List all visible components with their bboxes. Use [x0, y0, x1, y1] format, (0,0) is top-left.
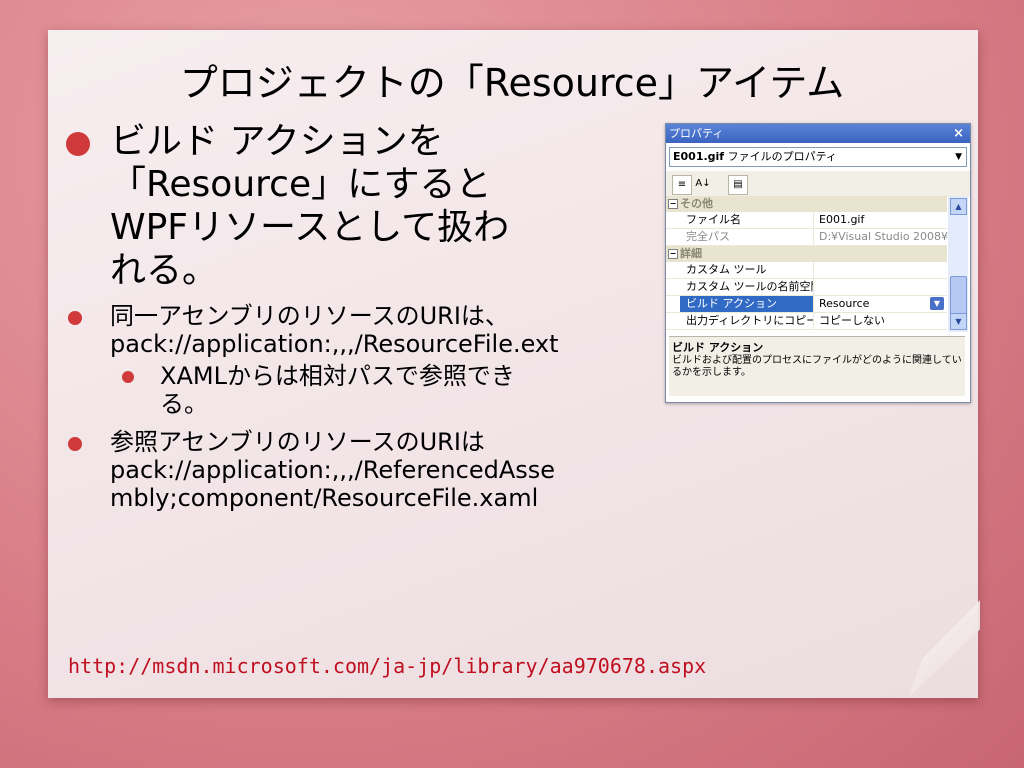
property-value[interactable]: コピーしない	[816, 313, 950, 329]
bullet-line: 同一アセンブリのリソースのURIは、	[110, 302, 509, 330]
bullet-line: pack://application:,,,/ReferencedAsse	[110, 456, 556, 484]
category-label: 詳細	[680, 247, 702, 260]
bullet-line: ビルド アクションを	[110, 121, 444, 162]
bullet-dot	[66, 132, 90, 156]
object-name: E001.gif	[673, 150, 725, 163]
vertical-scrollbar[interactable]: ▲ ▼	[948, 196, 968, 332]
object-selector[interactable]: E001.gif ファイルのプロパティ ▼	[669, 147, 967, 167]
properties-title: プロパティ	[669, 127, 724, 140]
slide-title: プロジェクトの「Resource」アイテム	[179, 61, 845, 105]
object-type: ファイルのプロパティ	[724, 150, 837, 163]
property-value[interactable]: D:¥Visual Studio 2008¥F	[816, 229, 950, 245]
bullet-line: 参照アセンブリのリソースのURIは	[110, 428, 485, 456]
property-row[interactable]: 出力ディレクトリにコピー コピーしない	[666, 313, 947, 330]
bullet-dot	[68, 311, 82, 325]
bullet-line: WPFリソースとして扱わ	[110, 207, 510, 248]
property-name: ファイル名	[680, 212, 814, 228]
bullet-line: れる。	[110, 250, 219, 291]
description-title: ビルド アクション	[672, 341, 764, 354]
scroll-down-icon[interactable]: ▼	[950, 313, 967, 330]
bullet-level2: 参照アセンブリのリソースのURIは pack://application:,,,…	[66, 428, 636, 512]
chevron-down-icon[interactable]: ▼	[955, 148, 962, 166]
close-icon[interactable]: ×	[953, 124, 964, 143]
properties-titlebar: プロパティ ×	[666, 124, 970, 143]
description-pane: ビルド アクション ビルドおよび配置のプロセスにファイルがどのように関連している…	[669, 336, 965, 396]
property-name: カスタム ツール	[680, 262, 814, 278]
bullet-dot	[122, 371, 134, 383]
category-row[interactable]: − 詳細	[666, 246, 947, 262]
bullet-line: 「Resource」にすると	[110, 164, 492, 205]
collapse-icon[interactable]: −	[668, 249, 678, 259]
category-label: その他	[680, 197, 713, 210]
properties-window: プロパティ × E001.gif ファイルのプロパティ ▼ ≡ A↓ ▤ − そ…	[665, 123, 971, 403]
properties-toolbar: ≡ A↓ ▤	[666, 171, 970, 197]
bullet-line: mbly;component/ResourceFile.xaml	[110, 484, 539, 512]
bullet-level2: 同一アセンブリのリソースのURIは、 pack://application:,,…	[66, 302, 636, 358]
alphabetical-icon[interactable]: A↓	[694, 175, 712, 193]
property-row[interactable]: カスタム ツールの名前空間	[666, 279, 947, 296]
dropdown-arrow-icon[interactable]: ▼	[930, 297, 944, 310]
scroll-up-icon[interactable]: ▲	[950, 198, 967, 215]
scroll-thumb[interactable]	[950, 276, 967, 316]
collapse-icon[interactable]: −	[668, 199, 678, 209]
category-row[interactable]: − その他	[666, 196, 947, 212]
property-row[interactable]: ファイル名 E001.gif	[666, 212, 947, 229]
bullet-line: pack://application:,,,/ResourceFile.ext	[110, 330, 559, 358]
bullet-level3: XAMLからは相対パスで参照でき る。	[66, 362, 636, 418]
bullet-line: る。	[160, 390, 208, 418]
property-row[interactable]: カスタム ツール	[666, 262, 947, 279]
property-pages-icon[interactable]: ▤	[728, 175, 748, 195]
property-name: 完全パス	[680, 229, 814, 245]
bullet-dot	[68, 437, 82, 451]
reference-link[interactable]: http://msdn.microsoft.com/ja-jp/library/…	[68, 654, 706, 678]
property-row-selected[interactable]: ビルド アクション Resource ▼	[666, 296, 947, 313]
bullet-line: XAMLからは相対パスで参照でき	[160, 362, 515, 390]
property-value[interactable]: E001.gif	[816, 212, 950, 228]
bullet-list: ビルド アクションを 「Resource」にすると WPFリソースとして扱わ れ…	[66, 120, 636, 512]
property-name: カスタム ツールの名前空間	[680, 279, 814, 295]
bullet-level1: ビルド アクションを 「Resource」にすると WPFリソースとして扱わ れ…	[66, 120, 636, 292]
property-name: ビルド アクション	[680, 296, 814, 312]
property-name: 出力ディレクトリにコピー	[680, 313, 814, 329]
description-text: ビルドおよび配置のプロセスにファイルがどのように関連しているかを示します。	[672, 355, 962, 378]
property-row[interactable]: 完全パス D:¥Visual Studio 2008¥F	[666, 229, 950, 246]
categorized-icon[interactable]: ≡	[672, 175, 692, 195]
property-grid: − その他 ファイル名 E001.gif 完全パス D:¥Visual Stud…	[666, 196, 950, 332]
